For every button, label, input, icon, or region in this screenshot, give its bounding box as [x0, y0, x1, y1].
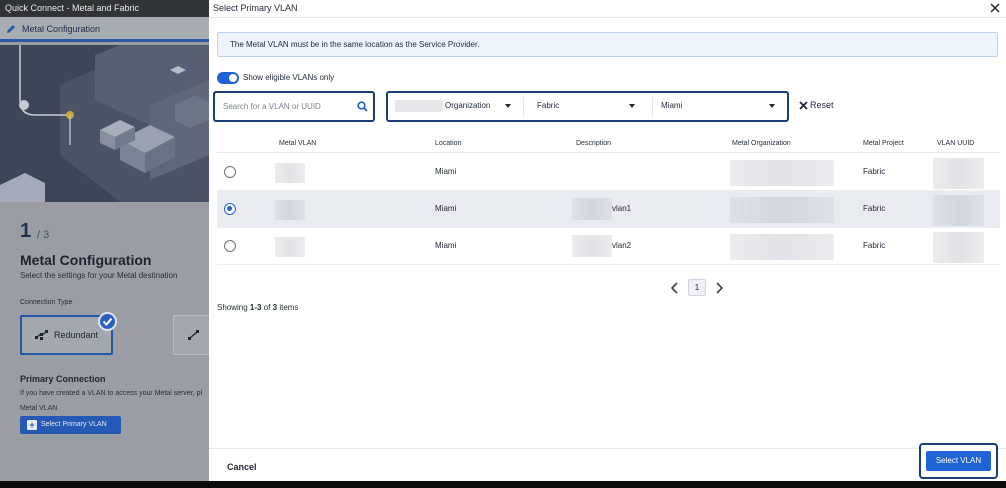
- location-cell: Miami: [435, 204, 457, 213]
- step-current: 1: [20, 220, 32, 242]
- description-cell: vlan2: [612, 241, 632, 250]
- connection-card-single: [173, 315, 209, 355]
- page-subheading: Select the settings for your Metal desti…: [20, 271, 178, 280]
- showing-range: 1-3: [249, 303, 262, 312]
- location-filter-label: Miami: [661, 101, 683, 110]
- redacted-vlan: [275, 163, 305, 183]
- pencil-icon: [7, 25, 15, 33]
- redacted-description-prefix: [572, 198, 612, 220]
- plus-icon: +: [27, 420, 37, 430]
- project-cell: Fabric: [863, 167, 886, 176]
- description-cell: vlan1: [612, 204, 632, 213]
- redacted-uuid: [933, 232, 984, 263]
- row-radio[interactable]: [224, 203, 236, 215]
- redacted-organization: [730, 234, 834, 260]
- search-icon[interactable]: [357, 101, 368, 112]
- select-vlan-modal: Select Primary VLAN The Metal VLAN must …: [209, 0, 1006, 481]
- toggle-label: Show eligible VLANs only: [243, 73, 335, 82]
- redacted-organization: [730, 160, 834, 186]
- isometric-illustration: [0, 45, 209, 202]
- chevron-left-icon[interactable]: [670, 282, 680, 294]
- tab-metal-configuration: Metal Configuration: [0, 17, 209, 42]
- reset-label: Reset: [810, 100, 834, 110]
- showing-of: of: [263, 303, 271, 312]
- redundant-icon: [35, 330, 48, 340]
- column-header[interactable]: VLAN UUID: [937, 140, 974, 147]
- redacted-uuid: [933, 195, 984, 226]
- search-input[interactable]: [218, 96, 348, 117]
- organization-filter-label: Organization: [445, 101, 491, 110]
- select-primary-vlan-label: Select Primary VLAN: [41, 421, 107, 428]
- showing-total: 3: [272, 303, 278, 312]
- row-radio[interactable]: [224, 240, 236, 252]
- chevron-down-icon: [505, 104, 511, 108]
- screen-bottom-edge: [0, 481, 1006, 488]
- project-filter-label: Fabric: [537, 101, 560, 110]
- connection-type-label: Connection Type: [20, 299, 73, 306]
- connection-card-label: Redundant: [54, 330, 99, 340]
- location-cell: Miami: [435, 167, 457, 176]
- chevron-down-icon: [629, 104, 635, 108]
- table-row[interactable]: Miami vlan2 Fabric: [217, 228, 1000, 265]
- toggle-knob: [229, 74, 237, 82]
- divider: [209, 448, 1006, 449]
- checkmark-icon: [98, 312, 117, 331]
- chevron-down-icon: [769, 104, 775, 108]
- metal-vlan-label: Metal VLAN: [20, 405, 58, 412]
- step-total: / 3: [37, 229, 50, 241]
- app-title: Quick Connect - Metal and Fabric: [0, 0, 209, 17]
- select-vlan-focus-ring: Select VLAN: [919, 443, 998, 479]
- column-header[interactable]: Metal Project: [863, 140, 904, 147]
- table-header: Metal VLAN Location Description Metal Or…: [217, 134, 1000, 153]
- pagination: 1: [209, 279, 1006, 297]
- table-row[interactable]: Miami vlan1 Fabric: [217, 191, 1000, 228]
- showing-prefix: Showing: [217, 303, 248, 312]
- divider: [209, 17, 1006, 18]
- cancel-button[interactable]: Cancel: [227, 462, 257, 472]
- project-filter[interactable]: Fabric: [528, 96, 648, 117]
- location-filter[interactable]: Miami: [654, 96, 787, 117]
- redacted-uuid: [933, 158, 984, 189]
- row-radio[interactable]: [224, 166, 236, 178]
- info-banner: The Metal VLAN must be in the same locat…: [217, 32, 998, 57]
- modal-title: Select Primary VLAN: [213, 3, 298, 13]
- divider: [652, 97, 653, 116]
- project-cell: Fabric: [863, 241, 886, 250]
- redacted-organization-name: [395, 100, 443, 112]
- organization-filter[interactable]: Organization: [388, 96, 520, 117]
- chevron-right-icon[interactable]: [714, 282, 724, 294]
- page-heading: Metal Configuration: [20, 252, 152, 268]
- tab-label: Metal Configuration: [22, 24, 101, 34]
- filter-group: Organization Fabric Miami: [386, 91, 789, 122]
- column-header[interactable]: Description: [576, 140, 611, 147]
- redacted-vlan: [275, 200, 305, 220]
- page-number-button[interactable]: 1: [688, 279, 706, 296]
- redacted-vlan: [275, 237, 305, 257]
- hero-illustration: [0, 45, 209, 202]
- location-cell: Miami: [435, 241, 457, 250]
- search-box: [213, 91, 375, 122]
- primary-connection-label: Primary Connection: [20, 374, 106, 384]
- column-header[interactable]: Location: [435, 140, 461, 147]
- select-primary-vlan-button: + Select Primary VLAN: [20, 416, 121, 434]
- eligible-vlans-toggle[interactable]: [217, 72, 239, 84]
- table-row[interactable]: Miami Fabric: [217, 154, 1000, 191]
- project-cell: Fabric: [863, 204, 886, 213]
- redacted-organization: [730, 197, 834, 223]
- close-icon[interactable]: [988, 1, 1002, 15]
- showing-items-text: Showing 1-3 of 3 items: [217, 303, 298, 312]
- divider: [523, 97, 524, 116]
- single-connection-icon: [188, 330, 199, 340]
- select-vlan-button[interactable]: Select VLAN: [926, 451, 991, 471]
- column-header[interactable]: Metal VLAN: [279, 140, 316, 147]
- column-header[interactable]: Metal Organization: [732, 140, 791, 147]
- redacted-description-prefix: [572, 235, 612, 257]
- background-app: Quick Connect - Metal and Fabric Metal C…: [0, 0, 209, 488]
- showing-suffix: items: [279, 303, 299, 312]
- help-text: If you have created a VLAN to access you…: [20, 390, 203, 397]
- close-icon: [799, 101, 808, 110]
